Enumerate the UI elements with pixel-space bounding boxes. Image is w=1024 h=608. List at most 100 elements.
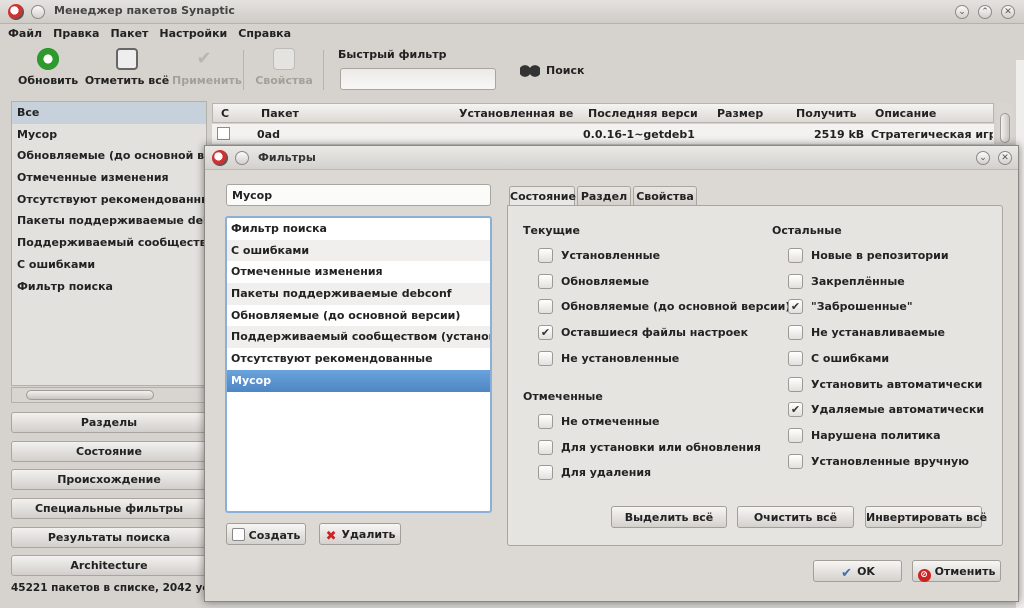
checkbox-checked-icon[interactable]: ✔ (788, 299, 803, 315)
filters-dialog: Фильтры ⌄ ✕ Мусор Фильтр поиска С ошибка… (204, 145, 1019, 602)
search-button[interactable]: Поиск (520, 64, 584, 77)
window-menu-icon[interactable] (235, 151, 249, 165)
ok-button[interactable]: ✔ OK (813, 560, 902, 582)
clear-all-button[interactable]: Очистить всё (737, 506, 854, 528)
window-title: Менеджер пакетов Synaptic (54, 4, 235, 17)
architecture-button[interactable]: Architecture (11, 555, 207, 576)
quick-filter-input[interactable] (340, 68, 496, 90)
quick-filter-label: Быстрый фильтр (338, 48, 447, 61)
package-checkbox[interactable] (217, 127, 230, 140)
checkmark-icon: ✔ (841, 566, 853, 581)
checkbox-icon[interactable] (538, 350, 553, 366)
maximize-icon[interactable]: ⌃ (978, 5, 992, 19)
menu-package[interactable]: Пакет (102, 24, 151, 40)
checkbox-icon[interactable] (788, 427, 803, 443)
menu-edit[interactable]: Правка (45, 24, 102, 40)
search-results-button[interactable]: Результаты поиска (11, 527, 207, 548)
cancel-button[interactable]: ⊘ Отменить (912, 560, 1001, 582)
filter-list-item[interactable]: Обновляемые (до основной версии) (227, 305, 490, 327)
checkbox-icon[interactable] (788, 350, 803, 366)
checkbox-icon[interactable] (538, 299, 553, 315)
category-item[interactable]: Поддерживаемый сообществом (установлен) (12, 232, 206, 254)
category-item[interactable]: Пакеты поддерживаемые debconf (12, 210, 206, 232)
filter-list-item[interactable]: Отмеченные изменения (227, 261, 490, 283)
checkbox-icon[interactable] (788, 453, 803, 469)
create-button[interactable]: Создать (226, 523, 306, 545)
category-item[interactable]: С ошибками (12, 254, 206, 276)
checkbox-icon[interactable] (538, 439, 553, 455)
checkbox-icon[interactable] (538, 465, 553, 481)
tab-properties[interactable]: Свойства (633, 186, 697, 205)
category-item[interactable]: Фильтр поиска (12, 276, 206, 298)
origin-button[interactable]: Происхождение (11, 469, 207, 490)
scrollbar-thumb[interactable] (1000, 113, 1010, 143)
checkbox-label: Оставшиеся файлы настроек (561, 326, 749, 340)
ok-label: OK (857, 565, 875, 578)
checkbox-icon[interactable] (788, 248, 803, 263)
mark-all-icon (116, 48, 138, 70)
left-list-scrollbar[interactable] (11, 387, 207, 403)
minimize-icon[interactable]: ⌄ (976, 151, 990, 165)
filter-list-item[interactable]: С ошибками (227, 239, 490, 262)
checkbox-checked-icon[interactable]: ✔ (538, 325, 553, 341)
delete-button[interactable]: ✖ Удалить (319, 523, 401, 545)
filter-name-input[interactable]: Мусор (226, 184, 491, 206)
menu-help[interactable]: Справка (230, 24, 294, 40)
invert-all-button[interactable]: Инвертировать всё (865, 506, 987, 528)
category-item[interactable]: Отмеченные изменения (12, 167, 206, 189)
checkbox-label: Установить автоматически (811, 377, 983, 391)
column-download[interactable]: Получить (796, 107, 866, 120)
checkbox-icon[interactable] (788, 325, 803, 341)
menu-settings[interactable]: Настройки (151, 24, 230, 40)
properties-button[interactable]: Свойства (254, 48, 314, 87)
filter-list-item-selected[interactable]: Мусор (227, 369, 490, 392)
column-description[interactable]: Описание (875, 107, 990, 120)
checkbox-icon[interactable] (538, 414, 553, 429)
scrollbar-thumb[interactable] (26, 390, 154, 400)
reload-button[interactable]: Обновить (18, 48, 78, 87)
delete-x-icon: ✖ (325, 529, 337, 544)
filter-list-item[interactable]: Пакеты поддерживаемые debconf (227, 283, 490, 305)
table-row[interactable]: 0ad 0.0.16-1~getdeb1 2519 kB Стратегичес… (212, 124, 994, 144)
menu-file[interactable]: Файл (0, 24, 45, 40)
custom-filters-button[interactable]: Специальные фильтры (11, 498, 207, 519)
column-status[interactable]: С (221, 107, 231, 120)
mark-all-button[interactable]: Отметить всё (84, 48, 170, 87)
category-item[interactable]: Отсутствуют рекомендованные (12, 189, 206, 211)
checkbox-icon[interactable] (538, 248, 553, 263)
close-icon[interactable]: ✕ (1001, 5, 1015, 19)
column-package[interactable]: Пакет (261, 107, 451, 120)
checkbox-icon[interactable] (538, 273, 553, 289)
tab-state[interactable]: Состояние (509, 186, 576, 206)
filter-list-item[interactable]: Фильтр поиска (227, 218, 490, 240)
apply-button[interactable]: ✔ Применить (172, 48, 242, 87)
status-button[interactable]: Состояние (11, 441, 207, 462)
category-item[interactable]: Мусор (12, 124, 206, 146)
tab-section[interactable]: Раздел (577, 186, 631, 205)
checkbox-label: Удаляемые автоматически (811, 403, 985, 417)
checkbox-label: Нарушена политика (811, 428, 941, 442)
checkbox-label: Установленные (561, 249, 661, 262)
filter-list-item[interactable]: Поддерживаемый сообществом (установлен) (227, 326, 490, 349)
window-menu-icon[interactable] (31, 5, 45, 19)
category-item[interactable]: Все (12, 102, 206, 124)
minimize-icon[interactable]: ⌄ (955, 5, 969, 19)
checkbox-label: Для удаления (561, 466, 652, 480)
toolbar-separator (323, 50, 324, 90)
select-all-button[interactable]: Выделить всё (611, 506, 727, 528)
sections-button[interactable]: Разделы (11, 412, 207, 433)
reload-icon (37, 48, 59, 70)
package-table-scrollbar[interactable] (997, 103, 1013, 145)
column-size[interactable]: Размер (717, 107, 787, 120)
other-section-title: Остальные (772, 224, 842, 237)
filter-list-item[interactable]: Отсутствуют рекомендованные (227, 348, 490, 370)
checkbox-icon[interactable] (788, 273, 803, 289)
download-size: 2519 kB (814, 128, 865, 141)
column-latest-version[interactable]: Последняя версия (588, 107, 698, 120)
status-bar: 45221 пакетов в списке, 2042 установлено (11, 582, 211, 594)
checkbox-checked-icon[interactable]: ✔ (788, 402, 803, 418)
close-icon[interactable]: ✕ (998, 151, 1012, 165)
checkbox-icon[interactable] (788, 376, 803, 392)
column-installed-version[interactable]: Установленная версия (459, 107, 573, 120)
category-item[interactable]: Обновляемые (до основной версии) (12, 145, 206, 167)
